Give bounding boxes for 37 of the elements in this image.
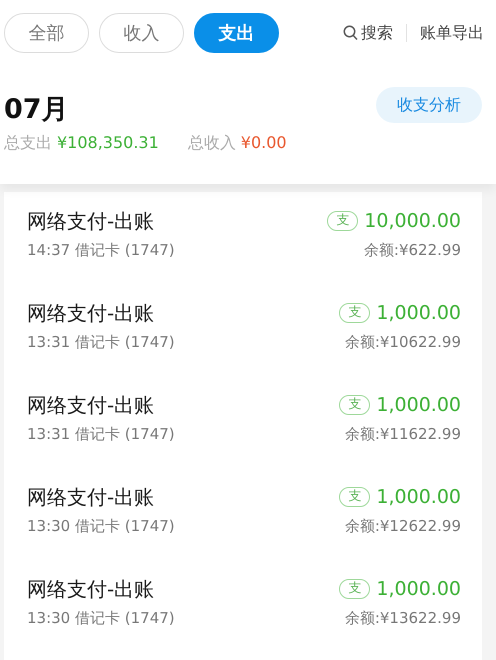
expense-total: ¥108,350.31 [57, 133, 159, 152]
search-button[interactable]: 搜索 [343, 22, 393, 44]
transaction-detail: 13:31 借记卡 (1747) [27, 332, 175, 352]
filter-tab[interactable]: 全部 [4, 13, 89, 53]
income-label: 总收入 [188, 133, 236, 154]
transaction-amount: 1,000.00 [376, 578, 461, 600]
transaction-title: 网络支付-出账 [27, 392, 154, 418]
expense-badge: 支 [339, 303, 370, 323]
transaction-detail: 14:37 借记卡 (1747) [27, 240, 175, 260]
balance-text: 余额:¥13622.99 [344, 608, 461, 628]
balance-text: 余额:¥12622.99 [344, 516, 461, 536]
balance-text: 余额:¥11622.99 [344, 424, 461, 444]
expense-badge: 支 [339, 487, 370, 507]
expense-label: 总支出 [4, 133, 52, 154]
income-total: ¥0.00 [240, 133, 287, 152]
transaction-amount: 1,000.00 [376, 486, 461, 508]
transaction-title: 网络支付-出账 [27, 484, 154, 510]
analysis-button[interactable]: 收支分析 [376, 87, 482, 123]
expense-badge: 支 [339, 579, 370, 599]
transaction-title: 网络支付-出账 [27, 300, 154, 326]
export-button[interactable]: 账单导出 [420, 22, 484, 44]
balance-text: 余额:¥10622.99 [344, 332, 461, 352]
transaction-title: 网络支付-出账 [27, 208, 154, 234]
filter-tab[interactable]: 支出 [194, 13, 279, 53]
expense-badge: 支 [339, 395, 370, 415]
transaction-title: 网络支付-出账 [27, 576, 154, 602]
month-title: 07月 [4, 93, 70, 127]
transaction-amount: 1,000.00 [376, 394, 461, 416]
filter-tab[interactable]: 收入 [99, 13, 184, 53]
transaction-detail: 13:30 借记卡 (1747) [27, 516, 175, 536]
search-icon [343, 25, 358, 41]
transaction-amount: 10,000.00 [364, 210, 461, 232]
transaction-detail: 13:30 借记卡 (1747) [27, 608, 175, 628]
transaction-detail: 13:31 借记卡 (1747) [27, 424, 175, 444]
transaction-amount: 1,000.00 [376, 302, 461, 324]
expense-badge: 支 [327, 211, 358, 231]
balance-text: 余额:¥622.99 [364, 240, 461, 260]
